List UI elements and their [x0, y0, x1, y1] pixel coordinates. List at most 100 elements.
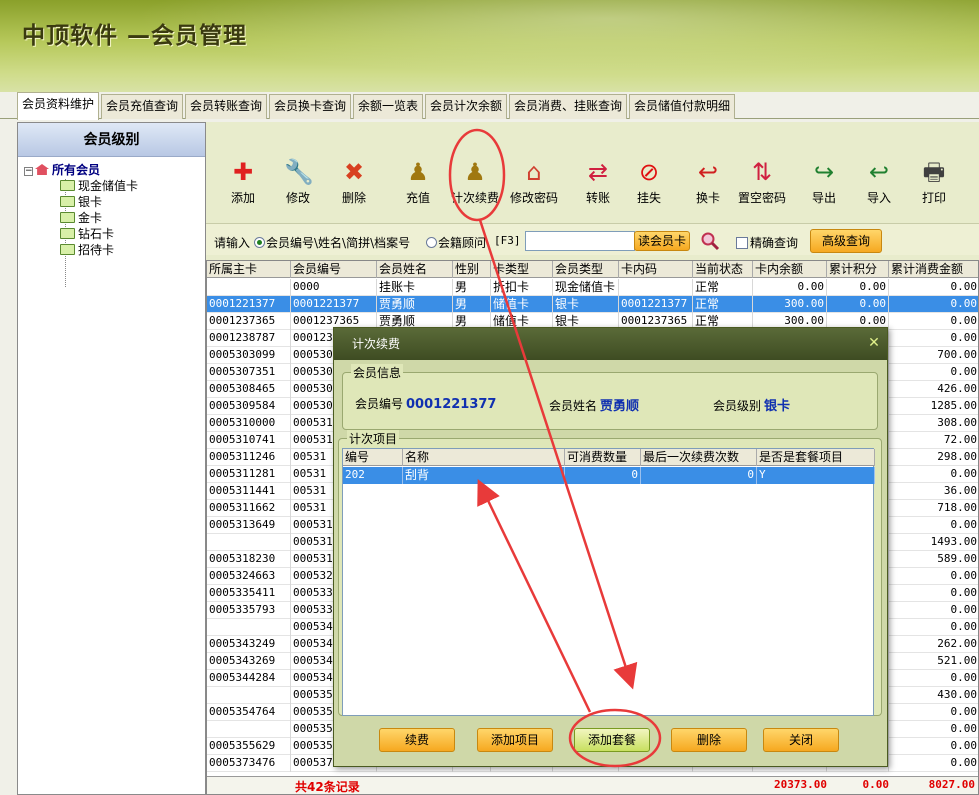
- search-prompt: 请输入: [214, 236, 251, 250]
- checkbox-icon[interactable]: [736, 237, 748, 249]
- close-icon[interactable]: ✕: [867, 336, 881, 350]
- pawn-icon: ♟: [407, 158, 429, 186]
- table-row[interactable]: 0001221377 0001221377 贾勇顺男储值卡 银卡 0001221377 正…: [207, 296, 978, 313]
- table-cell: 0001221377: [207, 296, 291, 313]
- toolbar-button[interactable]: ✖ 删除: [325, 158, 383, 210]
- table-cell: 正常: [693, 279, 753, 296]
- toolbar-button[interactable]: ⌂ 修改密码: [505, 158, 563, 210]
- close-button[interactable]: 关闭: [763, 728, 839, 752]
- tab-card-change-query[interactable]: 会员换卡查询: [269, 94, 352, 119]
- advanced-query-button[interactable]: 高级查询: [810, 229, 882, 253]
- column-header[interactable]: 性别: [453, 261, 491, 278]
- table-cell: 0.00: [889, 755, 978, 772]
- table-cell: 262.00: [889, 636, 978, 653]
- toolbar-button[interactable]: ♟ 计次续费: [446, 158, 504, 210]
- table-row[interactable]: 202 刮背 0 0 Y: [343, 467, 875, 484]
- folder-icon: [60, 196, 75, 207]
- exact-query-option[interactable]: 精确查询: [736, 234, 798, 251]
- table-cell: 0.00: [889, 602, 978, 619]
- table-cell: 0000: [291, 279, 377, 296]
- member-number-label: 会员编号: [355, 397, 404, 411]
- toolbar-button-label: 导出: [811, 191, 836, 205]
- table-cell: 男: [453, 279, 491, 296]
- tab-transfer-query[interactable]: 会员转账查询: [185, 94, 268, 119]
- column-header[interactable]: 累计积分: [827, 261, 889, 278]
- search-option-consultant[interactable]: 会籍顾问: [426, 234, 486, 251]
- transfer-arrows-icon: ⇄: [587, 158, 609, 186]
- delete-button[interactable]: 删除: [671, 728, 747, 752]
- tree-root-label: 所有会员: [52, 163, 101, 177]
- table-row[interactable]: 0000 挂账卡男折扣卡 现金储值卡 正常 0.00 0.00 0.00: [207, 279, 978, 296]
- tab-balance-list[interactable]: 余额一览表: [353, 94, 424, 119]
- toolbar-button[interactable]: ⊘ 挂失: [620, 158, 678, 210]
- table-cell: 0001238787: [207, 330, 291, 347]
- renew-button[interactable]: 续费: [379, 728, 455, 752]
- table-cell: 0005335411: [207, 585, 291, 602]
- column-header[interactable]: 卡类型: [491, 261, 553, 278]
- table-cell: 0005303099: [207, 347, 291, 364]
- table-cell: 0.00: [889, 517, 978, 534]
- tree-item-diamond-card[interactable]: 钻石卡: [60, 225, 114, 242]
- tree-item-gold-card[interactable]: 金卡: [60, 209, 102, 226]
- table-cell: 0005313649: [207, 517, 291, 534]
- read-card-button[interactable]: 读会员卡: [634, 231, 690, 251]
- total-points: 0.00: [862, 778, 890, 791]
- toolbar-button[interactable]: ⇄ 转账: [569, 158, 627, 210]
- table-cell: 挂账卡: [377, 279, 453, 296]
- tree-item-label: 银卡: [78, 195, 103, 209]
- magnifier-icon[interactable]: [700, 231, 720, 251]
- column-header[interactable]: 卡内余额: [753, 261, 827, 278]
- column-header[interactable]: 当前状态: [693, 261, 753, 278]
- member-table-header: 所属主卡 会员编号 会员姓名 性别 卡类型 会员类型 卡内码 当前状态 卡内余额 累计积分 累计消费…: [207, 261, 978, 278]
- column-header[interactable]: 卡内码: [619, 261, 693, 278]
- toolbar-button-label: 置空密码: [737, 191, 786, 205]
- tree-item-label: 钻石卡: [78, 227, 115, 241]
- toolbar-button[interactable]: ⇅ 置空密码: [733, 158, 791, 210]
- tree-item-label: 金卡: [78, 211, 103, 225]
- collapse-icon[interactable]: −: [24, 167, 33, 176]
- radio-unchecked-icon[interactable]: [426, 237, 437, 248]
- tab-member-info[interactable]: 会员资料维护: [17, 92, 100, 120]
- toolbar-button[interactable]: ♟ 充值: [389, 158, 447, 210]
- toolbar-button[interactable]: ↩ 导入: [850, 158, 908, 210]
- column-header[interactable]: 累计消费金额: [889, 261, 978, 278]
- table-cell: 521.00: [889, 653, 978, 670]
- tab-recharge-query[interactable]: 会员充值查询: [101, 94, 184, 119]
- tree-root-all-members[interactable]: − 所有会员: [24, 161, 100, 178]
- tree-item-silver-card[interactable]: 银卡: [60, 193, 102, 210]
- table-cell: 刮背: [403, 467, 565, 484]
- search-input[interactable]: [525, 231, 635, 251]
- radio-checked-icon[interactable]: [254, 237, 265, 248]
- member-level-panel: 会员级别 − 所有会员 现金储值卡 银卡 金卡 钻石卡 招待卡: [17, 122, 206, 795]
- search-option-member[interactable]: 会员编号\姓名\简拼\档案号: [254, 234, 410, 251]
- tab-stored-value-payments[interactable]: 会员储值付款明细: [629, 94, 736, 119]
- toolbar-button-label: 充值: [405, 191, 430, 205]
- add-item-button[interactable]: 添加项目: [477, 728, 553, 752]
- toolbar-button[interactable]: ✚ 添加: [214, 158, 272, 210]
- column-header[interactable]: 可消费数量: [565, 449, 641, 466]
- table-cell: 0: [565, 467, 641, 484]
- column-header[interactable]: 会员姓名: [377, 261, 453, 278]
- column-header[interactable]: 是否是套餐项目: [757, 449, 875, 466]
- toolbar-button-label: 修改密码: [509, 191, 558, 205]
- table-cell: 0.00: [889, 568, 978, 585]
- toolbar-button[interactable]: 🖶 打印: [905, 158, 963, 210]
- member-level-value: 银卡: [764, 399, 791, 414]
- column-header[interactable]: 会员编号: [291, 261, 377, 278]
- toolbar-button[interactable]: ↪ 导出: [795, 158, 853, 210]
- toolbar-button[interactable]: ↩ 换卡: [679, 158, 737, 210]
- tab-count-balance[interactable]: 会员计次余额: [425, 94, 508, 119]
- column-header[interactable]: 编号: [343, 449, 403, 466]
- column-header[interactable]: 最后一次续费次数: [641, 449, 757, 466]
- add-package-button[interactable]: 添加套餐: [574, 728, 650, 752]
- table-cell: 0001221377: [291, 296, 377, 313]
- column-header[interactable]: 名称: [403, 449, 565, 466]
- tree-item-hospitality-card[interactable]: 招待卡: [60, 241, 114, 258]
- tab-consumption-query[interactable]: 会员消费、挂账查询: [509, 94, 628, 119]
- column-header[interactable]: 会员类型: [553, 261, 619, 278]
- toolbar-button[interactable]: 🔧 修改: [269, 158, 327, 210]
- tree-item-cash-card[interactable]: 现金储值卡: [60, 177, 138, 194]
- table-cell: 718.00: [889, 500, 978, 517]
- column-header[interactable]: 所属主卡: [207, 261, 291, 278]
- table-cell: 0005318230: [207, 551, 291, 568]
